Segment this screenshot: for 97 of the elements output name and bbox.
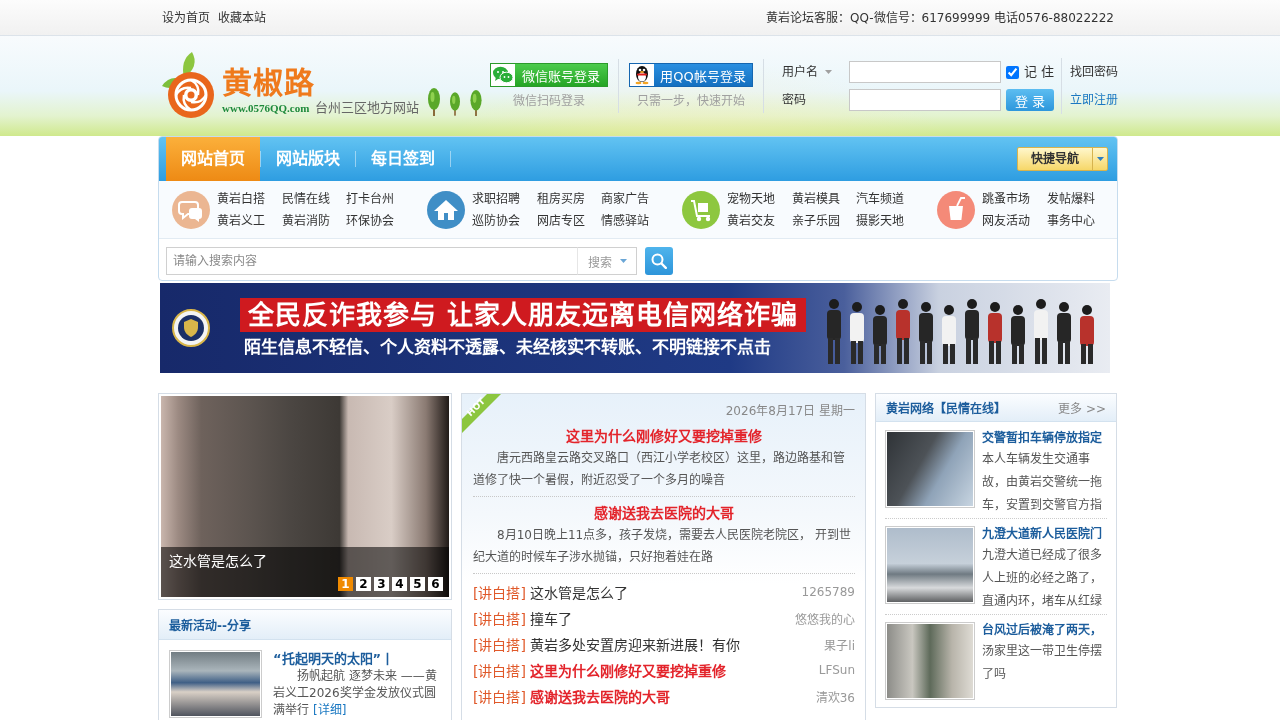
- post-title-link[interactable]: 黄岩多处安置房迎来新进展！有你: [529, 634, 740, 654]
- slide-caption: 这水管是怎么了: [169, 553, 267, 569]
- post-author: 果子li: [824, 637, 855, 653]
- news-summary: 九澄大道已经成了很多人上班的必经之路了，直通内环，堵车从红绿: [982, 547, 1103, 610]
- site-name: 黄椒路: [222, 66, 316, 100]
- category-link[interactable]: 摄影天地: [856, 209, 904, 232]
- cup-icon: [937, 190, 975, 229]
- category-link[interactable]: 民情在线: [281, 187, 330, 210]
- search-icon: [651, 253, 667, 269]
- chat-bubbles-icon: [172, 190, 210, 229]
- post-tag-link[interactable]: [讲白搭]: [473, 608, 526, 628]
- remember-checkbox[interactable]: [1006, 65, 1019, 79]
- slide-number-button[interactable]: 2: [356, 577, 371, 591]
- post-title-link[interactable]: 这里为什么刚修好又要挖掉重修: [529, 660, 726, 680]
- search-button[interactable]: [645, 247, 673, 275]
- logo-icon: [160, 52, 214, 118]
- register-link[interactable]: 立即注册: [1070, 92, 1118, 108]
- tree-icon: [450, 92, 460, 116]
- category-link[interactable]: 情感驿站: [601, 209, 649, 232]
- post-title-link[interactable]: 这水管是怎么了: [529, 582, 628, 602]
- slide-number-button[interactable]: 5: [410, 577, 425, 591]
- detail-link[interactable]: [详细]: [313, 703, 347, 717]
- post-author: 清欢36: [815, 689, 855, 705]
- password-label: 密码: [782, 92, 806, 108]
- category-link[interactable]: 黄岩消防: [281, 209, 330, 232]
- news-summary: 汤家里这一带卫生停摆了吗: [982, 643, 1103, 683]
- corner-ribbon-icon: [462, 394, 502, 434]
- slide-number-button[interactable]: 3: [374, 577, 389, 591]
- category-link[interactable]: 网店专区: [536, 209, 585, 232]
- category-link[interactable]: 求职招聘: [472, 187, 520, 210]
- qq-login-button[interactable]: 用QQ帐号登录: [629, 63, 753, 87]
- quick-nav-button[interactable]: 快捷导航: [1017, 147, 1108, 171]
- tree-icon: [428, 88, 440, 116]
- post-title-link[interactable]: 感谢送我去医院的大哥: [529, 686, 670, 706]
- category-link[interactable]: 黄岩白搭: [217, 187, 265, 210]
- category-link[interactable]: 汽车频道: [856, 187, 904, 210]
- category-link[interactable]: 事务中心: [1046, 209, 1095, 232]
- category-link[interactable]: 亲子乐园: [791, 209, 840, 232]
- category-link[interactable]: 宠物天地: [727, 187, 775, 210]
- category-link[interactable]: 跳蚤市场: [982, 187, 1030, 210]
- emblem-icon: [172, 309, 210, 347]
- forgot-password-link[interactable]: 找回密码: [1070, 64, 1118, 80]
- category-link[interactable]: 黄岩交友: [727, 209, 775, 232]
- password-field[interactable]: [849, 89, 1001, 111]
- headline-link[interactable]: 这里为什么刚修好又要挖掉重修: [566, 428, 762, 444]
- activity-title-link[interactable]: “托起明天的太阳”丨: [273, 650, 395, 668]
- slide-number-button[interactable]: 6: [428, 577, 443, 591]
- post-tag-link[interactable]: [讲白搭]: [473, 634, 526, 654]
- post-author: LFSun: [818, 663, 855, 677]
- banner-headline: 全民反诈我参与 让家人朋友远离电信网络诈骗: [240, 298, 807, 332]
- category-link[interactable]: 商家广告: [601, 187, 649, 210]
- category-link[interactable]: 巡防协会: [472, 209, 520, 232]
- category-link[interactable]: 环保协会: [346, 209, 394, 232]
- username-field[interactable]: [849, 61, 1001, 83]
- caret-icon: [825, 70, 832, 74]
- login-hint: 微信扫码登录: [513, 93, 585, 109]
- activity-summary: 扬帆起航 逐梦未来 ——黄岩义工2026奖学金发放仪式圆满举行 [详细]: [273, 668, 438, 719]
- news-date: 2026年8月17日 星期一: [725, 404, 855, 418]
- post-tag-link[interactable]: [讲白搭]: [473, 660, 526, 680]
- post-tag-link[interactable]: [讲白搭]: [473, 582, 526, 602]
- site-tagline: 台州三区地方网站: [315, 100, 420, 116]
- post-author: 悠悠我的心: [795, 611, 855, 627]
- caret-icon: [619, 259, 627, 263]
- post-author: 1265789: [801, 585, 855, 599]
- site-url: www.0576QQ.com: [222, 101, 310, 116]
- news-title-link[interactable]: 台风过后被淹了两天，: [982, 620, 1102, 640]
- top-bar-link[interactable]: 收藏本站: [218, 9, 266, 26]
- cart-icon: [682, 190, 720, 229]
- penguin-icon: [630, 64, 654, 86]
- headline-link[interactable]: 感谢送我去医院的大哥: [594, 505, 734, 521]
- category-link[interactable]: 网友活动: [982, 209, 1030, 232]
- contact-info: 黄岩论坛客服：QQ-微信号：617699999 电话0576-88022222: [765, 9, 1114, 26]
- username-label: 用户名: [782, 64, 818, 80]
- post-tag-link[interactable]: [讲白搭]: [473, 686, 526, 706]
- remember-label: 记 住: [1024, 64, 1055, 80]
- house-icon: [427, 190, 465, 229]
- news-title-link[interactable]: 交警暂扣车辆停放指定: [982, 428, 1102, 448]
- banner-slogan: 陌生信息不轻信、个人资料不透露、未经核实不转账、不明链接不点击: [243, 336, 771, 358]
- chat-bubbles-icon: [491, 64, 515, 86]
- slide-number-button[interactable]: 4: [392, 577, 407, 591]
- news-title-link[interactable]: 九澄大道新人民医院门: [982, 524, 1102, 544]
- headline-summary: 唐元西路皇云路交叉路口（西江小学老校区）这里，路边路基和管道修了快一个暑假，附近忍受了一个多月的噪音: [473, 450, 846, 489]
- category-link[interactable]: 黄岩模具: [791, 187, 840, 210]
- login-hint: 只需一步，快速开始: [637, 93, 745, 109]
- search-field[interactable]: 请输入搜索内容: [166, 247, 577, 275]
- panel-title: 最新活动--分享: [169, 618, 251, 633]
- category-link[interactable]: 打卡台州: [346, 187, 394, 210]
- panel-title: 黄岩网络【民情在线】: [886, 400, 1006, 416]
- headline-summary: 8月10日晚上11点多，孩子发烧，需要去人民医院老院区， 开到世纪大道的时候车子涉水抛锚，只好抱着娃在路: [473, 527, 852, 566]
- tree-icon: [470, 90, 482, 116]
- post-title-link[interactable]: 撞车了: [529, 608, 572, 628]
- caret-icon: [1096, 157, 1104, 161]
- category-link[interactable]: 租房买房: [536, 187, 585, 210]
- news-summary: 本人车辆发生交通事故，由黄岩交警统一拖车，安置到交警官方指: [982, 451, 1103, 514]
- category-link[interactable]: 黄岩义工: [217, 209, 265, 232]
- category-link[interactable]: 发帖爆料: [1046, 187, 1095, 210]
- top-bar-link[interactable]: 设为首页: [162, 9, 210, 26]
